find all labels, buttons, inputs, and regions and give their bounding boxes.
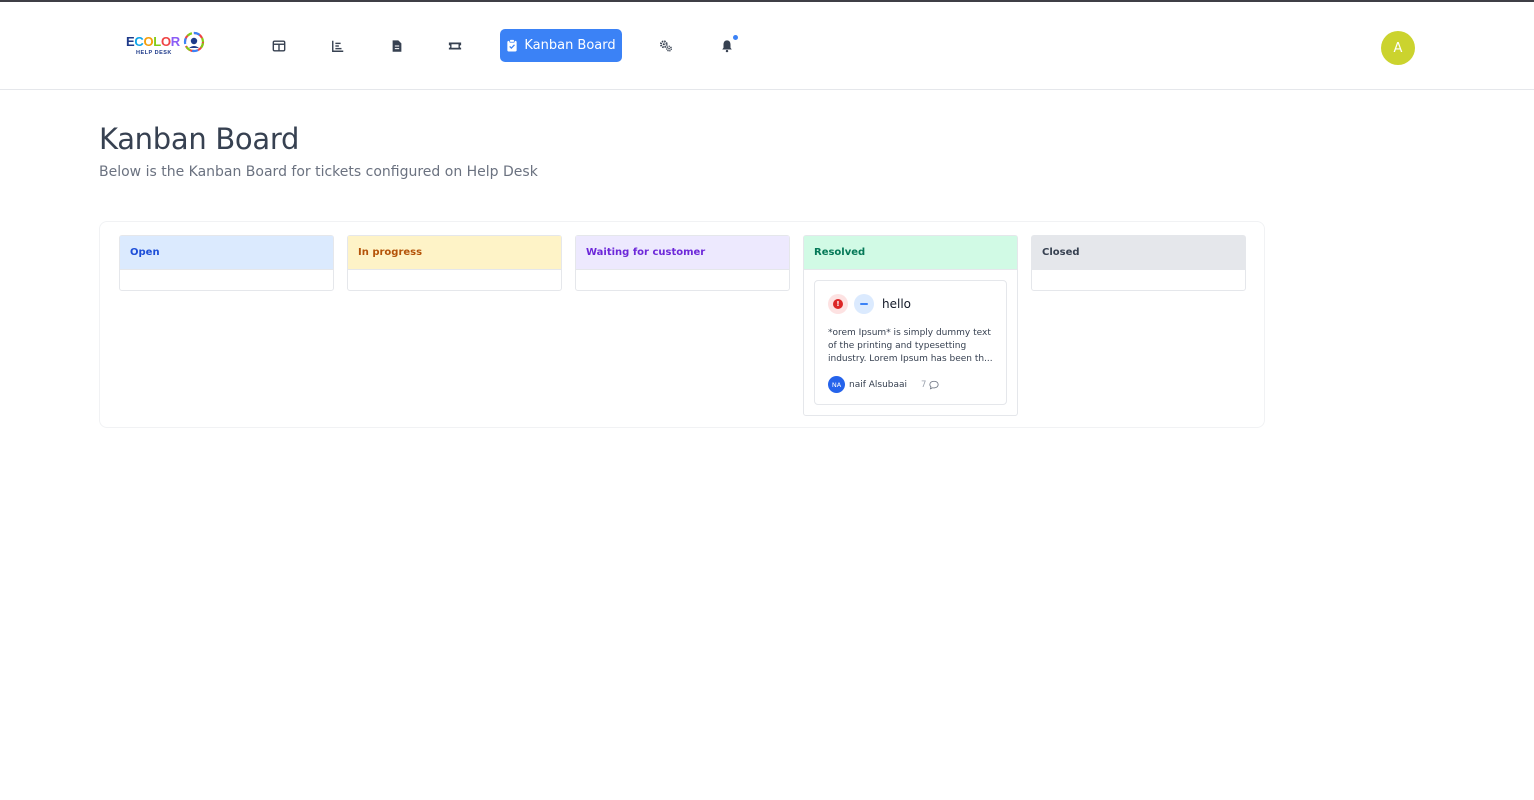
brand-logo[interactable]: ECOLOR HELP DESK: [126, 30, 208, 62]
column-header: Resolved: [804, 236, 1017, 270]
ticket-title: hello: [882, 297, 911, 311]
comment-count-value: 7: [921, 379, 927, 390]
bell-icon: [722, 40, 732, 53]
column-resolved: Resolved ! hello *orem Ipsum* is simply …: [803, 235, 1018, 416]
column-open: Open: [119, 235, 334, 291]
table-layout-icon: [272, 40, 286, 52]
nav-dashboard[interactable]: [270, 37, 288, 55]
page-subtitle: Below is the Kanban Board for tickets co…: [99, 164, 538, 180]
column-header: Closed: [1032, 236, 1245, 270]
nav-settings[interactable]: [657, 37, 675, 55]
assignee-name: naif Alsubaai: [849, 379, 908, 390]
notification-dot: [733, 35, 738, 40]
column-header: Waiting for customer: [576, 236, 789, 270]
gears-icon: [659, 40, 673, 52]
exclamation-circle-icon: !: [828, 294, 848, 314]
nav-reports[interactable]: [329, 37, 347, 55]
ticket-description: *orem Ipsum* is simply dummy text of the…: [828, 328, 993, 364]
user-avatar[interactable]: A: [1381, 31, 1415, 65]
assignee-avatar: NA: [828, 376, 845, 393]
bar-chart-icon: [332, 40, 344, 52]
ticket-card[interactable]: ! hello *orem Ipsum* is simply dummy tex…: [814, 280, 1007, 405]
logo-wordmark: ECOLOR: [126, 34, 180, 49]
ticket-icon: [448, 42, 462, 50]
column-body[interactable]: [1032, 270, 1245, 290]
kanban-board: Open In progress Waiting for customer Re…: [99, 221, 1265, 428]
top-navbar: ECOLOR HELP DESK Kanban Board A: [0, 2, 1534, 90]
nav-documents[interactable]: [388, 37, 406, 55]
comment-count: 7: [921, 379, 940, 390]
nav-kanban-board[interactable]: Kanban Board: [500, 29, 622, 62]
nav-notifications[interactable]: [718, 35, 738, 55]
document-icon: [392, 40, 402, 52]
column-waiting-for-customer: Waiting for customer: [575, 235, 790, 291]
column-header: In progress: [348, 236, 561, 270]
logo-subtitle: HELP DESK: [136, 50, 172, 56]
page-title: Kanban Board: [99, 122, 300, 156]
clipboard-check-icon: [507, 39, 517, 52]
column-closed: Closed: [1031, 235, 1246, 291]
column-body: ! hello *orem Ipsum* is simply dummy tex…: [804, 280, 1017, 405]
column-in-progress: In progress: [347, 235, 562, 291]
column-body[interactable]: [120, 270, 333, 290]
column-body[interactable]: [348, 270, 561, 290]
comment-icon: [929, 380, 940, 390]
column-header: Open: [120, 236, 333, 270]
headset-logo-icon: [183, 31, 205, 53]
nav-tickets[interactable]: [446, 37, 464, 55]
column-body[interactable]: [576, 270, 789, 290]
minus-circle-icon: [854, 294, 874, 314]
nav-kanban-label: Kanban Board: [524, 38, 616, 53]
